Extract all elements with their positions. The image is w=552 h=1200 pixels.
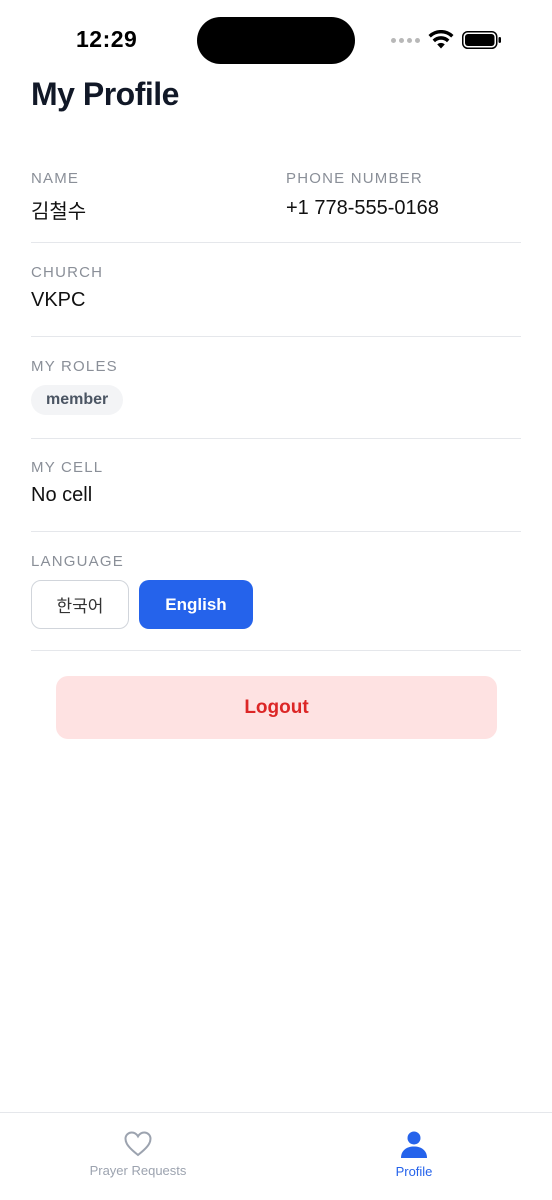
language-english-button[interactable]: English — [139, 580, 253, 629]
logout-button[interactable]: Logout — [56, 676, 497, 739]
tab-profile-label: Profile — [395, 1164, 433, 1179]
status-bar: 12:29 — [0, 0, 552, 80]
signal-dots-icon — [391, 37, 420, 43]
cell-label: MY CELL — [31, 459, 104, 476]
name-label: NAME — [31, 170, 80, 187]
phone-value: +1 778-555-0168 — [286, 197, 439, 219]
name-phone-section: NAME 김철수 PHONE NUMBER +1 778-555-0168 — [31, 170, 521, 243]
roles-label: MY ROLES — [31, 358, 118, 375]
status-time: 12:29 — [76, 26, 138, 52]
language-toggle: 한국어 English — [31, 580, 521, 629]
tab-prayer-requests-label: Prayer Requests — [89, 1163, 187, 1178]
tab-bar: Prayer Requests Profile — [0, 1112, 552, 1200]
language-korean-button[interactable]: 한국어 — [31, 580, 129, 629]
heart-icon — [124, 1131, 152, 1157]
battery-icon — [462, 31, 501, 49]
name-value: 김철수 — [31, 201, 87, 223]
tab-profile[interactable]: Profile — [334, 1131, 494, 1179]
name-field: NAME 김철수 — [31, 170, 86, 224]
page-title: My Profile — [31, 76, 179, 112]
dynamic-island — [197, 17, 355, 64]
status-icons — [391, 30, 502, 50]
cell-section: MY CELL No cell — [31, 459, 521, 532]
tab-prayer-requests[interactable]: Prayer Requests — [58, 1131, 218, 1178]
church-label: CHURCH — [31, 264, 104, 281]
phone-label: PHONE NUMBER — [286, 170, 423, 187]
church-section: CHURCH VKPC — [31, 264, 521, 337]
wifi-icon — [428, 30, 454, 49]
church-value: VKPC — [31, 289, 86, 311]
cell-value: No cell — [31, 484, 93, 506]
language-section: LANGUAGE 한국어 English — [31, 553, 521, 651]
role-chip-member: member — [31, 385, 124, 415]
person-icon — [401, 1131, 427, 1158]
language-label: LANGUAGE — [31, 553, 124, 570]
roles-section: MY ROLES member — [31, 358, 521, 439]
phone-field: PHONE NUMBER +1 778-555-0168 — [286, 170, 439, 220]
